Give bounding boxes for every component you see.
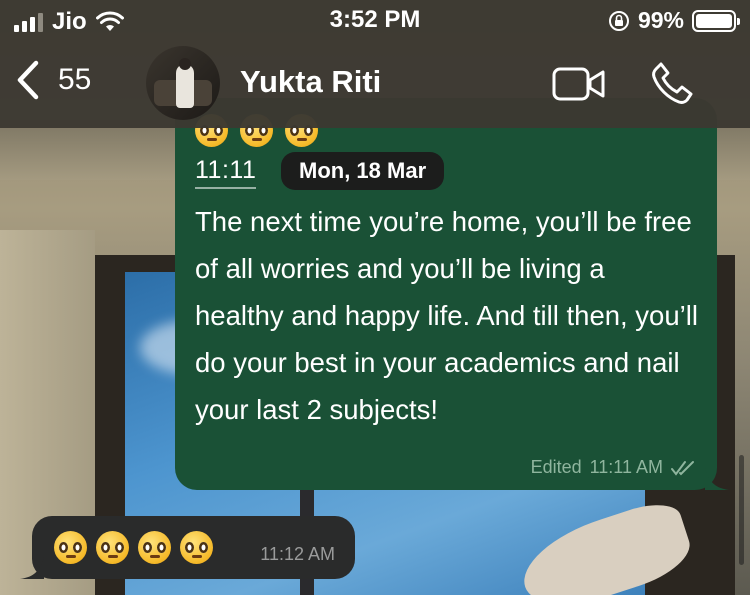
incoming-message-bubble[interactable]: 11:12 AM (20, 516, 355, 579)
battery-icon (692, 9, 740, 32)
message-time: 11:11 AM (589, 457, 663, 477)
contact-name[interactable]: Yukta Riti (240, 64, 381, 100)
rotation-lock-icon (608, 10, 629, 31)
outgoing-message-bubble[interactable]: 11:11 Mon, 18 Mar The next time you’re h… (175, 98, 729, 490)
battery-percentage: 99% (637, 7, 684, 33)
read-receipt-icon (671, 460, 694, 476)
chevron-left-icon (17, 60, 39, 100)
pleading-face-emoji (96, 531, 129, 564)
edited-label: Edited (530, 457, 582, 477)
unread-count: 55 (58, 63, 92, 96)
video-call-icon[interactable] (552, 66, 606, 102)
phone-icon[interactable] (650, 60, 696, 106)
back-button[interactable]: 55 (16, 60, 91, 100)
pleading-face-emoji (138, 531, 171, 564)
message-time: 11:12 AM (260, 544, 335, 564)
pleading-face-emoji (180, 531, 213, 564)
message-meta: 11:12 AM (260, 544, 335, 565)
avatar[interactable] (146, 46, 220, 120)
pleading-face-emoji (54, 531, 87, 564)
quoted-time-link[interactable]: 11:11 (195, 156, 257, 189)
status-bar: Jio 3:52 PM 99% (0, 0, 750, 38)
message-meta: Edited 11:11 AM (531, 457, 697, 478)
chat-header: 55 Yukta Riti (0, 38, 750, 128)
emoji-row (54, 531, 213, 564)
message-text: The next time you’re home, you’ll be fre… (195, 206, 698, 425)
bubble-tail (705, 468, 729, 490)
scroll-indicator[interactable] (739, 455, 744, 565)
bubble-tail (20, 557, 44, 579)
date-chip: Mon, 18 Mar (281, 152, 445, 190)
